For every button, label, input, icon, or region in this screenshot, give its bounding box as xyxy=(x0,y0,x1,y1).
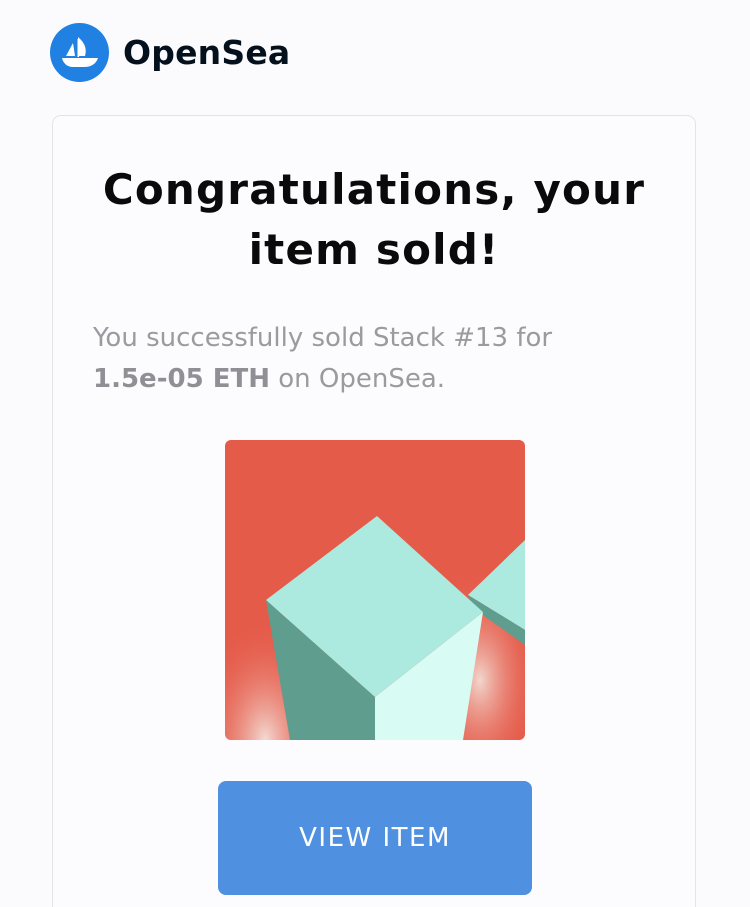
sale-message: You successfully sold Stack #13 for 1.5e… xyxy=(93,318,675,400)
headline-line-1: Congratulations, your xyxy=(102,165,646,214)
opensea-logo-icon[interactable] xyxy=(50,22,109,82)
stack-cubes-artwork xyxy=(225,440,525,740)
sale-message-prefix: You successfully sold Stack #13 for xyxy=(93,323,553,353)
sale-message-suffix: on OpenSea. xyxy=(269,364,446,394)
sale-notification-card: Congratulations, your item sold! You suc… xyxy=(52,115,696,907)
headline-line-2: item sold! xyxy=(248,225,500,274)
brand-name: OpenSea xyxy=(123,32,291,72)
headline: Congratulations, your item sold! xyxy=(53,160,695,280)
item-image[interactable] xyxy=(225,440,525,740)
view-item-button[interactable]: VIEW ITEM xyxy=(218,781,532,895)
sale-price: 1.5e-05 ETH xyxy=(93,364,270,394)
email-header: OpenSea xyxy=(50,22,290,82)
